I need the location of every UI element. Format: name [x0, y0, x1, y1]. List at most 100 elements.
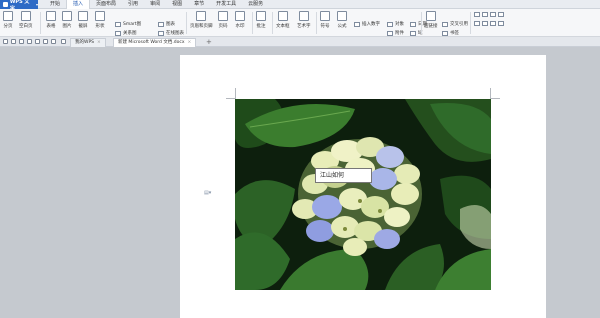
- relation-chart-icon: [115, 30, 121, 36]
- header-footer-button[interactable]: 页眉和页脚: [190, 11, 213, 29]
- margin-mark: [235, 88, 236, 98]
- cross-reference-button[interactable]: 交叉引用: [442, 21, 468, 27]
- shape-icon: [95, 11, 105, 21]
- ribbon-divider: [421, 12, 422, 34]
- margin-mark: [490, 98, 500, 99]
- textbox-icon: [277, 11, 288, 21]
- hyperlink-button[interactable]: 超链接: [424, 11, 438, 29]
- attachment-button[interactable]: 附件: [387, 30, 404, 36]
- wps-logo-icon: [3, 2, 8, 7]
- hyperlink-icon: [425, 11, 436, 21]
- tab-developer[interactable]: 开发工具: [210, 0, 242, 9]
- redo-icon[interactable]: [51, 39, 56, 44]
- smartart-button[interactable]: Smart图: [115, 21, 141, 27]
- page-break-icon: [3, 11, 13, 21]
- chart-button[interactable]: 图表: [158, 21, 175, 27]
- symbol-button[interactable]: 符号: [320, 11, 330, 29]
- relation-chart-button[interactable]: 关系图: [115, 30, 137, 36]
- tab-references[interactable]: 引用: [122, 0, 144, 9]
- table-icon: [46, 11, 56, 21]
- lock-icon: [490, 21, 496, 26]
- wordart-icon: [298, 11, 309, 21]
- blank-page-button[interactable]: 空白页: [19, 11, 33, 29]
- close-icon[interactable]: ×: [188, 40, 192, 45]
- date-icon: [410, 21, 416, 27]
- insert-number-button[interactable]: 插入数字: [354, 21, 380, 27]
- menu-bar: WPS 文字 ▾ 开始 插入 页面布局 引用 审阅 视图 章节 开发工具 云服务: [0, 0, 600, 12]
- app-menu-button[interactable]: WPS 文字 ▾: [0, 0, 38, 12]
- tab-home[interactable]: 开始: [44, 0, 66, 9]
- save-icon[interactable]: [19, 39, 24, 44]
- insert-number-icon: [354, 21, 360, 27]
- hydrangea-photo[interactable]: [235, 99, 491, 290]
- tab-my-wps[interactable]: 我的WPS ×: [70, 38, 106, 47]
- online-chart-icon: [158, 30, 164, 36]
- tab-page-layout[interactable]: 页面布局: [90, 0, 122, 9]
- margin-mark: [490, 88, 491, 98]
- chevron-down-icon[interactable]: [61, 39, 66, 44]
- object-button[interactable]: 对象: [387, 21, 404, 27]
- new-file-icon[interactable]: [3, 39, 8, 44]
- chart-icon: [158, 21, 164, 27]
- ribbon-divider: [186, 12, 187, 34]
- menu-tabs: 开始 插入 页面布局 引用 审阅 视图 章节 开发工具 云服务: [44, 0, 269, 9]
- bookmark-button[interactable]: 书签: [442, 30, 459, 36]
- comment-icon: [256, 11, 266, 21]
- comment-button[interactable]: 批注: [256, 11, 266, 29]
- open-folder-icon[interactable]: [11, 39, 16, 44]
- omega-icon: [320, 11, 330, 21]
- tab-view[interactable]: 视图: [166, 0, 188, 9]
- add-tab-button[interactable]: +: [206, 38, 212, 46]
- ribbon-insert: 分页 空白页 表格 图片 截屏 形状 Smart图 图表 关系图 在线图表 页眉…: [0, 9, 600, 37]
- hydrangea-image: [235, 99, 491, 290]
- page-number-icon: [218, 11, 228, 21]
- textbox-button[interactable]: 文本框: [276, 11, 290, 29]
- print-icon[interactable]: [27, 39, 32, 44]
- ribbon-extra-tools-2[interactable]: [474, 21, 506, 26]
- screenshot-button[interactable]: 截屏: [78, 11, 88, 29]
- header-footer-icon: [196, 11, 207, 21]
- table-button[interactable]: 表格: [46, 11, 56, 29]
- watermark-button[interactable]: 水印: [235, 11, 245, 29]
- tab-insert[interactable]: 插入: [66, 0, 91, 9]
- blank-page-icon: [20, 11, 31, 21]
- layout-icon: [482, 12, 488, 17]
- ribbon-divider: [252, 12, 253, 34]
- print-preview-icon[interactable]: [35, 39, 40, 44]
- page-break-button[interactable]: 分页: [3, 11, 13, 29]
- document-tab-strip: 我的WPS × 新建 Microsoft Word 文档.docx × +: [0, 37, 600, 47]
- ribbon-extra-tools[interactable]: [474, 12, 506, 17]
- paragraph-layout-icon[interactable]: ▤▾: [204, 190, 211, 196]
- chevron-down-icon: ▾: [35, 2, 38, 7]
- tab-cloud[interactable]: 云服务: [242, 0, 269, 9]
- watermark-icon: [235, 11, 245, 21]
- object-icon: [387, 21, 393, 27]
- field-icon: [410, 30, 416, 36]
- wordart-button[interactable]: 艺术字: [297, 11, 311, 29]
- screenshot-icon: [78, 11, 88, 21]
- layout-icon: [482, 21, 488, 26]
- layout-icon: [490, 12, 496, 17]
- close-icon[interactable]: ×: [97, 40, 101, 45]
- tab-sections[interactable]: 章节: [188, 0, 210, 9]
- tab-document[interactable]: 新建 Microsoft Word 文档.docx ×: [113, 38, 197, 47]
- formula-button[interactable]: 公式: [337, 11, 347, 29]
- pi-icon: [337, 11, 347, 21]
- tab-review[interactable]: 审阅: [144, 0, 166, 9]
- picture-button[interactable]: 图片: [62, 11, 72, 29]
- layout-icon: [474, 21, 480, 26]
- lock-icon: [498, 21, 504, 26]
- page-number-button[interactable]: 页码: [218, 11, 228, 29]
- shape-button[interactable]: 形状: [95, 11, 105, 29]
- smartart-icon: [115, 21, 121, 27]
- ribbon-divider: [316, 12, 317, 34]
- online-chart-button[interactable]: 在线图表: [158, 30, 184, 36]
- undo-icon[interactable]: [43, 39, 48, 44]
- attachment-icon: [387, 30, 393, 36]
- ribbon-divider: [272, 12, 273, 34]
- layout-icon: [498, 12, 504, 17]
- caption-textbox[interactable]: 江山如何: [315, 168, 372, 183]
- bookmark-icon: [442, 30, 448, 36]
- ribbon-divider: [470, 12, 471, 34]
- layout-icon: [474, 12, 480, 17]
